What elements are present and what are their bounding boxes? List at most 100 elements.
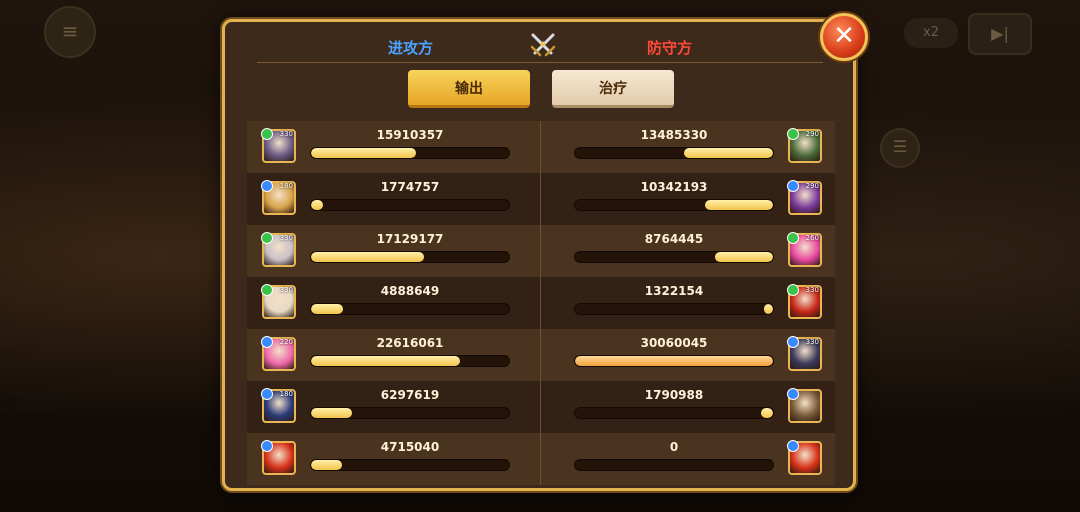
defender-damage-bar-fill <box>764 304 773 314</box>
stat-row: 4715040 0 <box>247 433 835 485</box>
defender-damage-value: 13485330 <box>640 128 708 142</box>
stats-table: 330 15910357 290 13485330 180 1774757 290 10342… <box>247 121 835 485</box>
panel-header: 进攻方 防守方 <box>225 22 853 68</box>
attacker-damage-bar-fill <box>311 200 323 210</box>
attacker-damage-bar-fill <box>311 408 353 418</box>
defender-hero-portrait: 260 <box>787 232 822 267</box>
defender-damage-bar <box>574 147 774 159</box>
element-gem-icon <box>261 284 273 296</box>
attacker-damage-bar <box>310 407 510 419</box>
stat-row: 330 17129177 260 8764445 <box>247 225 835 277</box>
attacker-damage-value: 15910357 <box>376 128 444 142</box>
attacker-hero-level: 180 <box>279 390 293 398</box>
defender-damage-bar-fill <box>684 148 773 158</box>
defender-damage-value: 10342193 <box>640 180 708 194</box>
defender-hero-portrait <box>787 440 822 475</box>
tab-output[interactable]: 输出 <box>408 70 530 108</box>
element-gem-icon <box>787 284 799 296</box>
attacker-damage-bar <box>310 303 510 315</box>
speed-toggle: x2 <box>904 18 958 48</box>
skip-icon: ▶| <box>968 13 1032 55</box>
attacker-damage-bar-fill <box>311 304 344 314</box>
element-gem-icon <box>787 336 799 348</box>
defender-damage-bar-fill <box>715 252 773 262</box>
attacker-hero-portrait <box>261 440 296 475</box>
defender-hero-portrait: 290 <box>787 128 822 163</box>
element-gem-icon <box>261 180 273 192</box>
attacker-hero-portrait: 220 <box>261 336 296 371</box>
stat-row: 330 4888649 330 1322154 <box>247 277 835 329</box>
tab-heal[interactable]: 治疗 <box>552 70 674 108</box>
element-gem-icon <box>787 180 799 192</box>
attacker-damage-bar-fill <box>311 148 416 158</box>
defender-damage-value: 1790988 <box>644 388 704 402</box>
attacker-damage-value: 1774757 <box>380 180 440 194</box>
stat-row: 220 22616061 330 30060045 <box>247 329 835 381</box>
defender-damage-value: 0 <box>669 440 679 454</box>
defender-hero-portrait: 330 <box>787 284 822 319</box>
defender-hero-level: 290 <box>805 182 819 190</box>
element-gem-icon <box>261 388 273 400</box>
defender-damage-value: 8764445 <box>644 232 704 246</box>
attacker-damage-value: 4888649 <box>380 284 440 298</box>
defender-damage-value: 1322154 <box>644 284 704 298</box>
defender-damage-value: 30060045 <box>640 336 708 350</box>
attacker-damage-bar <box>310 251 510 263</box>
attacker-damage-value: 17129177 <box>376 232 444 246</box>
attacker-damage-bar <box>310 355 510 367</box>
defender-damage-bar <box>574 407 774 419</box>
defender-damage-bar <box>574 251 774 263</box>
element-gem-icon <box>261 336 273 348</box>
attacker-label: 进攻方 <box>388 39 434 57</box>
defender-damage-bar <box>574 355 774 367</box>
defender-damage-bar <box>574 303 774 315</box>
attacker-damage-bar-fill <box>311 252 424 262</box>
defender-hero-portrait: 330 <box>787 336 822 371</box>
element-gem-icon <box>261 128 273 140</box>
close-button[interactable]: ✕ <box>820 13 868 61</box>
defender-damage-bar <box>574 459 774 471</box>
defender-hero-portrait <box>787 388 822 423</box>
element-gem-icon <box>261 232 273 244</box>
header-divider <box>257 62 823 63</box>
attacker-hero-portrait: 330 <box>261 284 296 319</box>
defender-hero-portrait: 290 <box>787 180 822 215</box>
attacker-hero-portrait: 180 <box>261 388 296 423</box>
defender-hero-level: 290 <box>805 130 819 138</box>
attacker-damage-value: 4715040 <box>380 440 440 454</box>
defender-damage-bar-fill <box>761 408 773 418</box>
element-gem-icon <box>787 128 799 140</box>
attacker-hero-portrait: 330 <box>261 232 296 267</box>
close-icon: ✕ <box>833 21 855 51</box>
attacker-damage-bar <box>310 147 510 159</box>
defender-label: 防守方 <box>647 39 693 57</box>
menu-icon: ≡ <box>44 6 96 58</box>
crossed-swords-icon <box>530 33 556 57</box>
defender-hero-level: 330 <box>805 286 819 294</box>
battle-stats-panel: 进攻方 防守方 输出 治疗 330 15910357 290 13485330 180 1… <box>222 19 856 491</box>
element-gem-icon <box>787 440 799 452</box>
defender-damage-bar-fill <box>575 356 773 366</box>
attacker-damage-bar-fill <box>311 460 343 470</box>
attacker-hero-level: 330 <box>279 234 293 242</box>
stat-row: 180 1774757 290 10342193 <box>247 173 835 225</box>
defender-damage-bar-fill <box>704 200 773 210</box>
attacker-hero-level: 330 <box>279 286 293 294</box>
defender-hero-level: 330 <box>805 338 819 346</box>
stat-row: 180 6297619 1790988 <box>247 381 835 433</box>
element-gem-icon <box>787 388 799 400</box>
attacker-hero-level: 220 <box>279 338 293 346</box>
attacker-damage-bar-fill <box>311 356 460 366</box>
column-divider <box>540 121 541 485</box>
attacker-hero-level: 330 <box>279 130 293 138</box>
element-gem-icon <box>787 232 799 244</box>
attacker-hero-portrait: 180 <box>261 180 296 215</box>
attacker-hero-portrait: 330 <box>261 128 296 163</box>
element-gem-icon <box>261 440 273 452</box>
attacker-damage-bar <box>310 459 510 471</box>
list-icon: ☰ <box>880 128 920 168</box>
attacker-hero-level: 180 <box>279 182 293 190</box>
stat-row: 330 15910357 290 13485330 <box>247 121 835 173</box>
defender-hero-level: 260 <box>805 234 819 242</box>
attacker-damage-value: 6297619 <box>380 388 440 402</box>
